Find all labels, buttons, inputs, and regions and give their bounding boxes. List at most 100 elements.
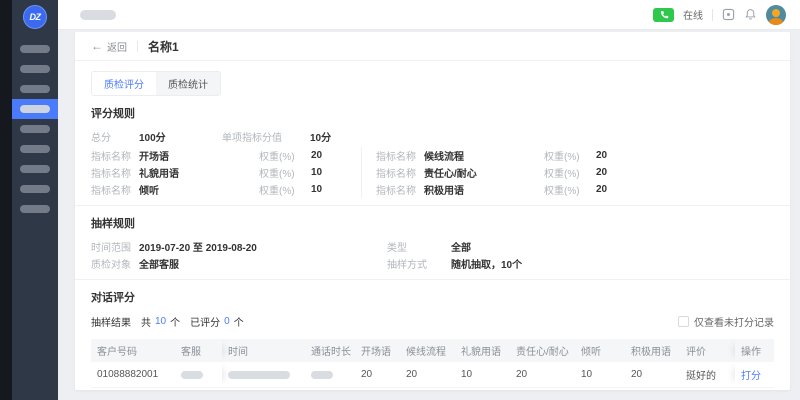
indicator-row: 指标名称 倾听 权重(%) 10 (91, 181, 351, 198)
action-cell: 打分 (735, 388, 774, 390)
sidebar-item-placeholder (20, 105, 50, 113)
evaluation-cell: 未评价 (680, 388, 735, 390)
column-header: 客服 (175, 339, 222, 362)
table-header-row: 客户号码 客服 时间 通话时长 开场语 候线流程 礼貌用语 责任心/耐心 倾听 … (91, 339, 774, 362)
indicator-weight-label: 权重(%) (259, 148, 311, 163)
sidebar-item[interactable] (12, 39, 58, 59)
column-header: 倾听 (575, 339, 625, 362)
sidebar-item[interactable] (12, 119, 58, 139)
sidebar-item-placeholder (20, 85, 50, 93)
dialog-scoring-section: 对话评分 抽样结果 共 10 个 已评分 0 个 仅查看未打分记录 (75, 280, 790, 337)
score-cell: 未评分 (400, 388, 455, 390)
indicator-name: 责任心/耐心 (424, 165, 544, 180)
unscored-filter-checkbox[interactable] (678, 316, 689, 327)
time-cell (222, 362, 305, 387)
column-header: 评价 (680, 339, 735, 362)
score-cell: 20 (510, 362, 575, 387)
indicator-row: 指标名称 礼貌用语 权重(%) 10 (91, 164, 351, 181)
duration-cell (305, 388, 355, 390)
tab-bar: 质检评分 质检统计 (91, 71, 221, 96)
score-cell: 20 (625, 362, 680, 387)
unscored-filter[interactable]: 仅查看未打分记录 (678, 314, 774, 329)
indicator-name-label: 指标名称 (91, 165, 139, 180)
sampling-row: 质检对象 全部客服 抽样方式 随机抽取，10个 (91, 255, 774, 272)
online-status-badge[interactable] (653, 8, 674, 22)
column-header: 操作 (735, 339, 774, 362)
column-header: 候线流程 (400, 339, 455, 362)
total-score-label: 总分 (91, 129, 139, 144)
sampling-method-value: 随机抽取，10个 (451, 256, 522, 271)
topbar-divider (712, 9, 713, 21)
avatar-head (772, 9, 780, 17)
breadcrumb-divider (137, 41, 138, 52)
sidebar-item-active[interactable] (12, 99, 58, 119)
dialog-scoring-title: 对话评分 (91, 289, 774, 305)
inspect-object-label: 质检对象 (91, 256, 139, 271)
page-content: ← 返回 名称1 质检评分 质检统计 评分规则 总分 100分 (58, 30, 800, 400)
main-area: 在线 ← 返回 (58, 0, 800, 400)
sidebar-item[interactable] (12, 199, 58, 219)
score-action-link[interactable]: 打分 (741, 367, 761, 382)
column-header: 开场语 (355, 339, 400, 362)
inspect-object-value: 全部客服 (139, 256, 387, 271)
scored-count: 0 (224, 316, 230, 327)
topbar: 在线 (58, 0, 800, 30)
type-label: 类型 (387, 239, 451, 254)
indicator-weight-label: 权重(%) (544, 148, 596, 163)
topbar-actions: 在线 (653, 5, 786, 25)
indicator-weight-label: 权重(%) (544, 165, 596, 180)
total-count: 10 (155, 316, 166, 327)
customer-number: 01088882002 (91, 388, 175, 390)
indicator-name: 礼貌用语 (139, 165, 259, 180)
indicator-name-label: 指标名称 (376, 165, 424, 180)
column-header: 积极用语 (625, 339, 680, 362)
sampling-result-label: 抽样结果 (91, 314, 131, 329)
score-cell: 未评分 (455, 388, 510, 390)
column-header: 礼貌用语 (455, 339, 510, 362)
score-cell: 未评分 (355, 388, 400, 390)
sidebar-item[interactable] (12, 179, 58, 199)
sidebar-item[interactable] (12, 79, 58, 99)
score-cell: 10 (455, 362, 510, 387)
duration-placeholder (311, 371, 333, 379)
duration-cell (305, 362, 355, 387)
column-header: 时间 (222, 339, 305, 362)
time-placeholder (228, 371, 290, 379)
bell-icon[interactable] (744, 8, 757, 21)
workbench-icon[interactable] (722, 8, 735, 21)
indicator-weight: 20 (596, 167, 636, 178)
scoring-table: 客户号码 客服 时间 通话时长 开场语 候线流程 礼貌用语 责任心/耐心 倾听 … (91, 339, 774, 390)
tab-quality-score[interactable]: 质检评分 (92, 72, 156, 95)
column-header: 通话时长 (305, 339, 355, 362)
avatar-body (769, 18, 783, 25)
time-range-value: 2019-07-20 至 2019-08-20 (139, 239, 387, 254)
back-arrow-icon: ← (91, 40, 103, 52)
sidebar-item[interactable] (12, 139, 58, 159)
indicator-name-label: 指标名称 (376, 148, 424, 163)
indicator-name: 积极用语 (424, 182, 544, 197)
breadcrumb: ← 返回 名称1 (75, 32, 790, 61)
indicator-weight: 10 (311, 184, 351, 195)
sidebar-item-placeholder (20, 185, 50, 193)
score-rules-title: 评分规则 (91, 105, 774, 121)
column-header: 客户号码 (91, 339, 175, 362)
sidebar-item[interactable] (12, 59, 58, 79)
sidebar: DZ (12, 0, 58, 400)
avatar[interactable] (766, 5, 786, 25)
sidebar-item-placeholder (20, 45, 50, 53)
sidebar-item-placeholder (20, 165, 50, 173)
table-row: 01088882002 未评分 未评分 未评分 未评分 未评分 未评分 未评价 … (91, 388, 774, 390)
score-cell: 未评分 (575, 388, 625, 390)
app-logo[interactable]: DZ (23, 5, 47, 29)
indicator-row: 指标名称 候线流程 权重(%) 20 (376, 147, 636, 164)
tab-quality-stats[interactable]: 质检统计 (156, 72, 220, 95)
indicator-name-label: 指标名称 (91, 148, 139, 163)
indicator-name-label: 指标名称 (376, 182, 424, 197)
type-value: 全部 (451, 239, 471, 254)
back-button[interactable]: ← 返回 (91, 39, 127, 54)
sidebar-item[interactable] (12, 159, 58, 179)
evaluation-cell: 挺好的 (680, 362, 735, 387)
table-row: 01088882001 20 20 10 20 10 20 挺好的 打分 (91, 362, 774, 388)
scored-suffix: 个 (234, 314, 244, 329)
unscored-filter-label: 仅查看未打分记录 (694, 314, 774, 329)
